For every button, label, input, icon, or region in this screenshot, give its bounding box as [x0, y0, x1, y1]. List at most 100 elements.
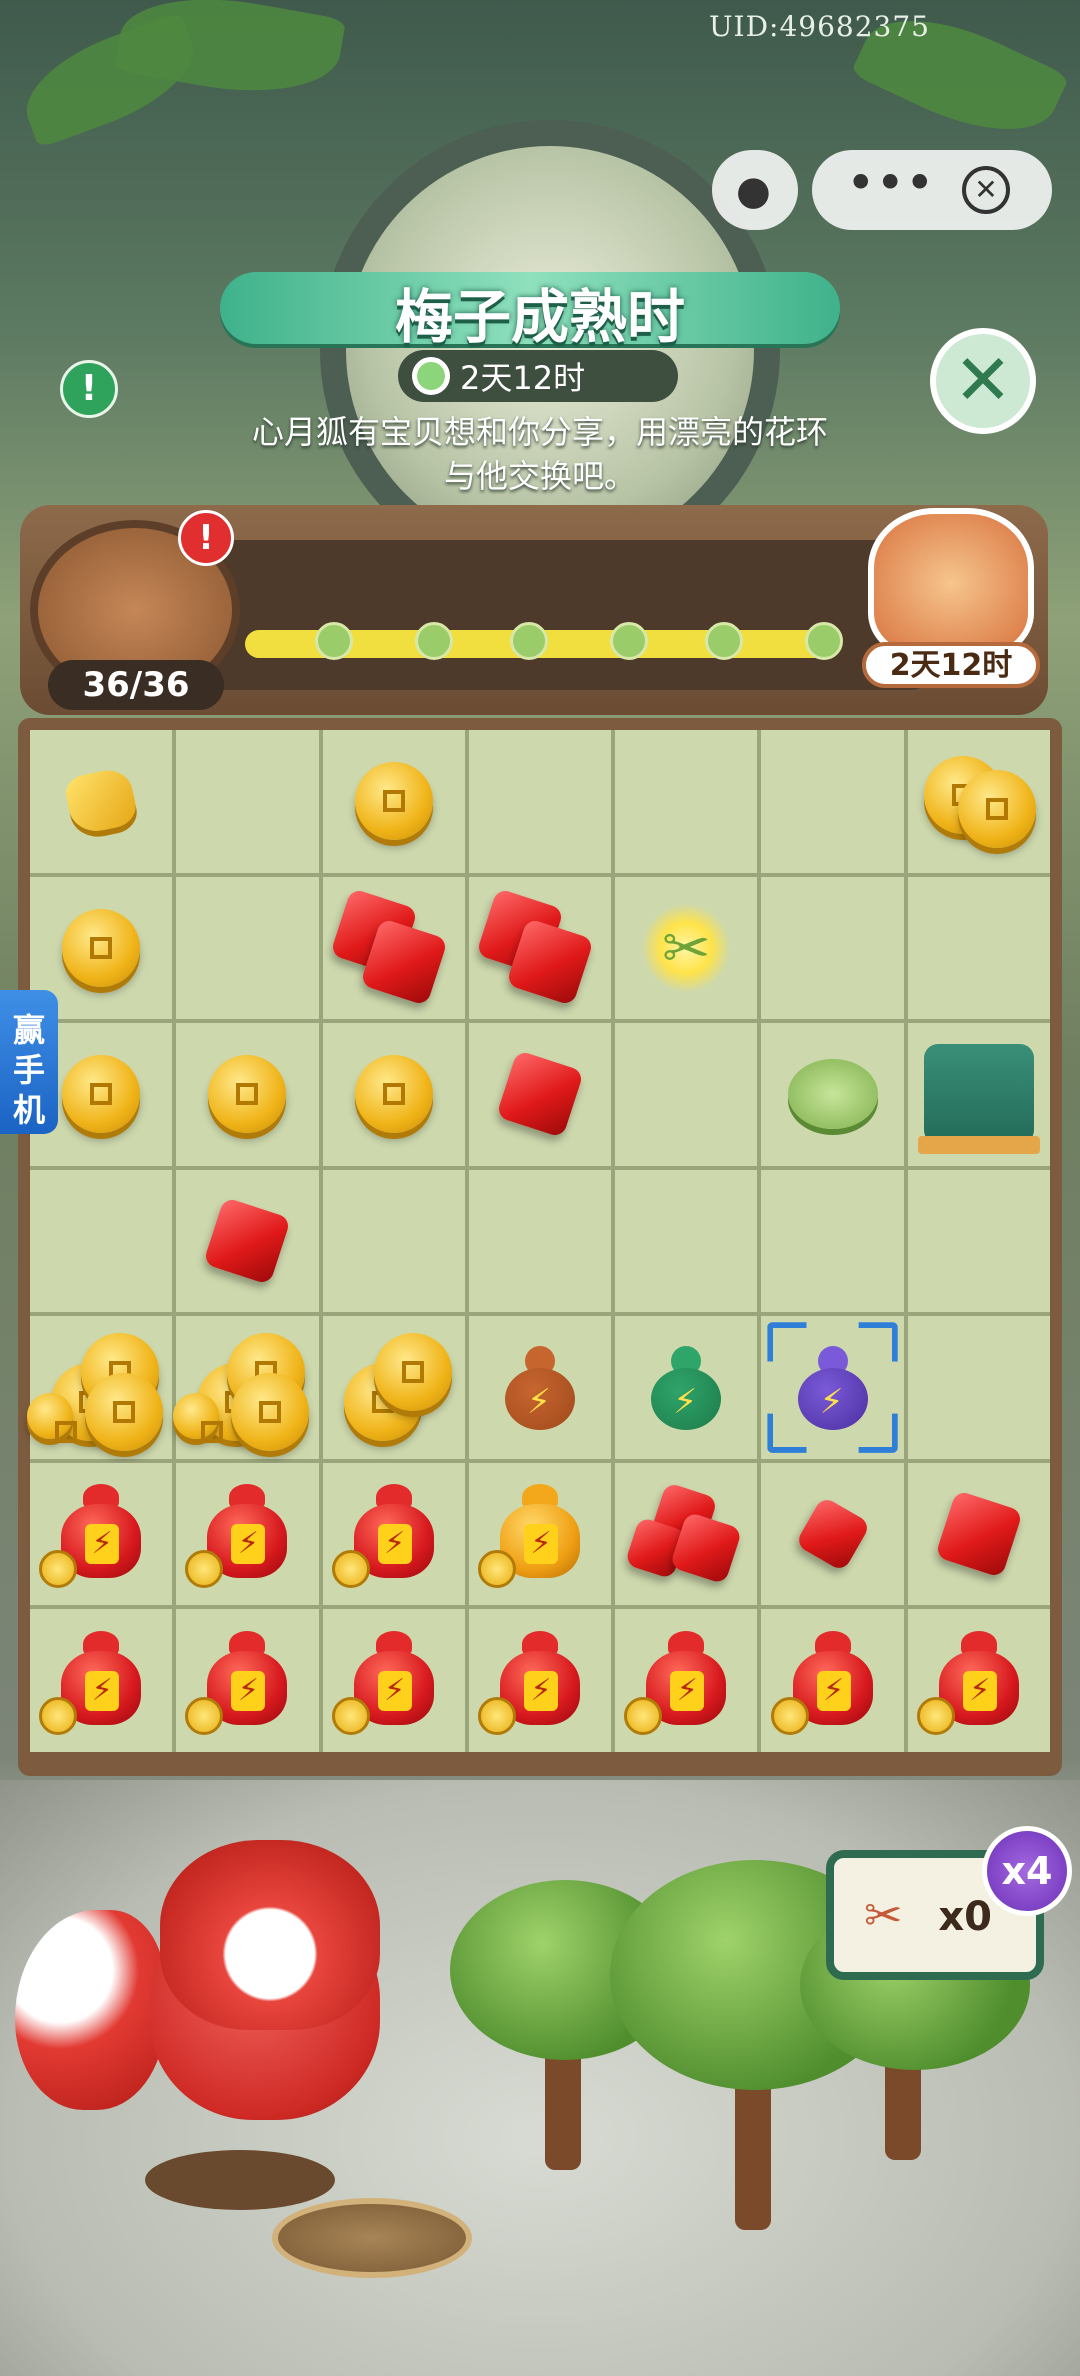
reward-alert-icon[interactable]: ! [178, 510, 234, 566]
board-cell[interactable]: ⚡ [761, 1609, 904, 1752]
info-alert-icon[interactable]: ! [60, 360, 118, 418]
red-jar-item[interactable]: ⚡ [331, 1630, 442, 1735]
coin-item[interactable] [354, 762, 433, 841]
red-jar-item[interactable]: ⚡ [331, 1484, 442, 1589]
milestone-icon [705, 622, 743, 660]
board-cell[interactable]: ⚡ [468, 1462, 612, 1606]
board-cell[interactable]: ⚡ [615, 1609, 758, 1752]
ruby-item[interactable] [495, 1050, 585, 1139]
board-cell[interactable]: ⚡ [468, 1609, 612, 1752]
board-cell[interactable] [468, 730, 612, 873]
board-cell[interactable] [176, 1023, 319, 1166]
board-cell[interactable]: ✂ [615, 876, 758, 1020]
basket[interactable] [272, 2198, 472, 2278]
board-cell[interactable] [173, 1316, 319, 1459]
board-cell[interactable] [322, 1316, 465, 1459]
event-title: 梅子成熟时 [394, 283, 685, 351]
more-icon[interactable]: ••• [846, 154, 934, 212]
board-cell[interactable]: ⚡ [176, 1609, 319, 1752]
energy-jar-icon: ⚡ [185, 1484, 295, 1589]
ruby-item[interactable] [934, 1490, 1023, 1579]
board-cell[interactable] [176, 1169, 319, 1313]
board-cell[interactable] [907, 1462, 1050, 1606]
board-cell[interactable] [761, 1023, 904, 1166]
board-cell[interactable] [761, 1462, 904, 1606]
ruby-pair-item[interactable] [329, 887, 449, 1006]
red-jar-item[interactable]: ⚡ [39, 1630, 149, 1735]
jar-bolt: ⚡ [377, 1524, 412, 1565]
board-cell[interactable] [761, 876, 904, 1020]
board-cell[interactable] [907, 876, 1050, 1020]
close-icon[interactable]: ✕ [962, 166, 1010, 214]
close-event-button[interactable]: ✕ [930, 328, 1036, 434]
board-cell[interactable] [30, 730, 173, 873]
board-cell[interactable] [322, 1023, 465, 1166]
fox-head[interactable] [160, 1840, 380, 2030]
board-cell[interactable] [322, 730, 465, 873]
coin-pair-item[interactable] [923, 756, 1036, 849]
game-controller-button[interactable]: ● [712, 150, 798, 230]
board-cell[interactable] [615, 1023, 758, 1166]
coin-item[interactable] [208, 1055, 287, 1134]
coin-item[interactable] [354, 1055, 433, 1134]
ruby-item[interactable] [794, 1495, 871, 1573]
red-jar-item[interactable]: ⚡ [185, 1484, 295, 1589]
board-cell[interactable] [907, 1023, 1050, 1166]
ruby-cluster-item[interactable] [624, 1482, 743, 1585]
gourd-icon: ⚡ [504, 1345, 575, 1430]
board-cell[interactable]: ⚡ [615, 1316, 758, 1459]
board-cell[interactable] [30, 1169, 173, 1313]
gold-nugget-item[interactable] [62, 766, 140, 837]
ruby-pair-item[interactable] [475, 887, 595, 1006]
board-cell[interactable] [468, 1023, 612, 1166]
board-cell[interactable] [615, 730, 758, 873]
win-phone-tab[interactable]: 赢手机 [0, 990, 58, 1134]
multiplier-badge[interactable]: x4 [982, 1826, 1072, 1916]
board-cell[interactable] [907, 1169, 1050, 1313]
board-cell[interactable] [615, 1169, 758, 1313]
board-cell[interactable] [615, 1462, 758, 1606]
gold-jar-item[interactable]: ⚡ [477, 1484, 588, 1589]
board-cell[interactable] [176, 876, 319, 1020]
coin-item[interactable] [62, 1055, 141, 1134]
board-cell[interactable] [468, 1169, 612, 1313]
board-cell[interactable] [907, 1316, 1050, 1459]
cat-reward-icon[interactable] [868, 508, 1034, 658]
board-cell[interactable] [322, 1169, 465, 1313]
board-cell[interactable] [468, 876, 612, 1020]
board-cell[interactable]: ⚡ [176, 1462, 319, 1606]
board-cell[interactable] [761, 730, 904, 873]
coin-stack-item[interactable] [173, 1332, 310, 1451]
energy-jar-icon: ⚡ [331, 1630, 442, 1735]
board-cell[interactable]: ⚡ [322, 1609, 465, 1752]
coin-stack-item[interactable] [334, 1332, 454, 1443]
board-cell[interactable] [761, 1169, 904, 1313]
board-cell[interactable]: ⚡ [468, 1316, 612, 1459]
red-jar-item[interactable]: ⚡ [185, 1630, 295, 1735]
board-cell[interactable]: ⚡ [30, 1462, 173, 1606]
brown-gourd-item[interactable]: ⚡ [504, 1345, 575, 1430]
red-jar-item[interactable]: ⚡ [770, 1630, 881, 1735]
board-cell[interactable] [27, 1316, 173, 1459]
board-cell[interactable]: ⚡ [761, 1316, 904, 1459]
ruby-item[interactable] [203, 1196, 292, 1286]
coin-stack-item[interactable] [27, 1332, 164, 1451]
green-gourd-item[interactable]: ⚡ [651, 1345, 722, 1430]
red-jar-item[interactable]: ⚡ [624, 1630, 734, 1735]
board-cell[interactable] [322, 876, 465, 1020]
tea-bowl-item[interactable] [787, 1059, 878, 1130]
pruning-shears-item[interactable]: ✂ [641, 902, 732, 993]
lightning-icon: ⚡ [526, 1381, 551, 1422]
red-jar-item[interactable]: ⚡ [916, 1630, 1027, 1735]
board-cell[interactable]: ⚡ [30, 1609, 173, 1752]
board-cell[interactable] [907, 730, 1050, 873]
board-cell[interactable] [176, 730, 319, 873]
red-jar-item[interactable]: ⚡ [477, 1630, 588, 1735]
board-cell[interactable]: ⚡ [907, 1609, 1050, 1752]
capsule-menu[interactable]: ••• ✕ [812, 150, 1052, 230]
board-cell[interactable]: ⚡ [322, 1462, 465, 1606]
coin-icon [354, 762, 433, 841]
red-jar-item[interactable]: ⚡ [39, 1484, 149, 1589]
teapot-item[interactable] [917, 1044, 1040, 1155]
coin-item[interactable] [62, 908, 141, 987]
